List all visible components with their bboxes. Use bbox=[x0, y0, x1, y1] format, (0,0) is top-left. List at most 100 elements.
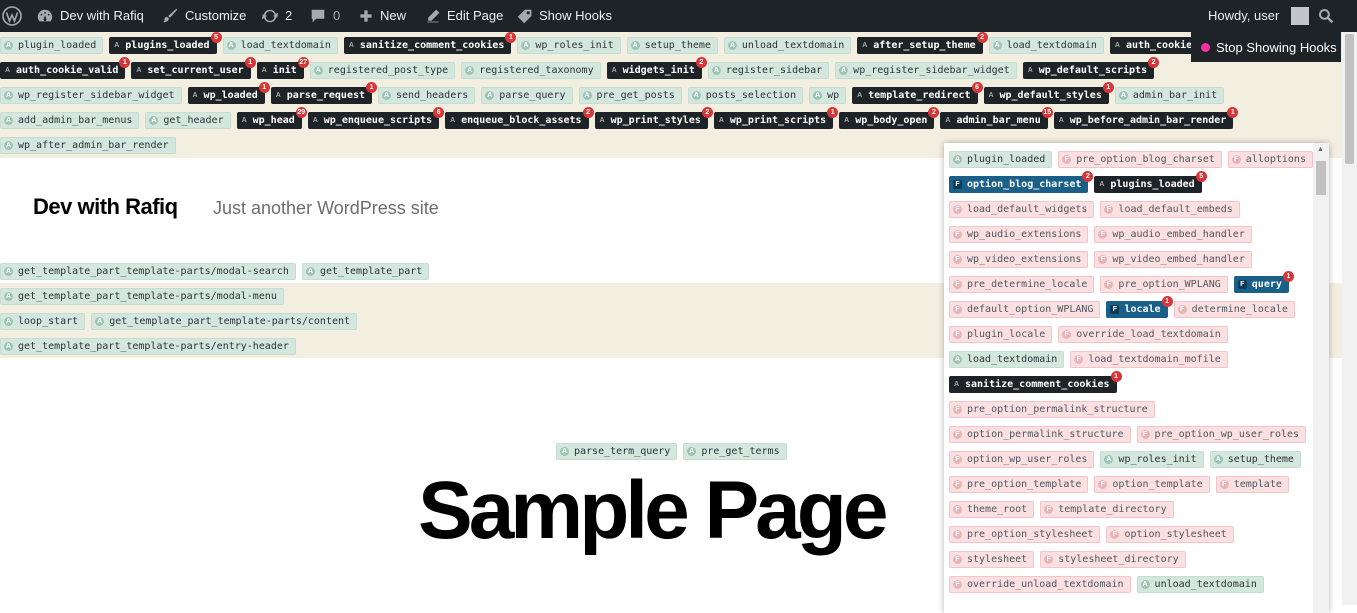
hook-chip[interactable]: Aadd_admin_bar_menus bbox=[0, 112, 140, 129]
hook-chip[interactable]: Apre_get_posts bbox=[578, 87, 682, 104]
hook-chip[interactable]: Aload_textdomain bbox=[949, 351, 1065, 368]
hook-chip[interactable]: Aafter_setup_theme 2 bbox=[857, 32, 988, 54]
hook-chip[interactable]: Ftemplate_directory bbox=[1040, 501, 1174, 518]
hook-chip[interactable]: Foption_template bbox=[1094, 476, 1210, 493]
hook-chip[interactable]: Atemplate_redirect 6 bbox=[852, 82, 983, 104]
hook-chip[interactable]: Fpre_option_permalink_structure bbox=[949, 401, 1155, 418]
hook-chip[interactable]: Aset_current_user 1 bbox=[131, 57, 256, 79]
hook-chip[interactable]: Fstylesheet_directory bbox=[1040, 551, 1186, 568]
site-name-menu[interactable]: Dev with Rafiq bbox=[36, 0, 144, 32]
hook-chip[interactable]: Fpre_option_blog_charset bbox=[1058, 151, 1222, 168]
hook-chip[interactable]: Foption_stylesheet bbox=[1106, 526, 1234, 543]
hook-chip[interactable]: Fload_default_widgets bbox=[949, 201, 1095, 218]
hook-chip[interactable]: Awp_default_scripts 2 bbox=[1022, 57, 1160, 79]
hook-chip[interactable]: Awp_roles_init bbox=[517, 37, 621, 54]
hook-chip[interactable]: Fwp_audio_extensions bbox=[949, 226, 1089, 243]
hook-chip[interactable]: Fload_default_embeds bbox=[1100, 201, 1240, 218]
hook-chip[interactable]: Awp_register_sidebar_widget bbox=[0, 87, 182, 104]
hook-chip[interactable]: Fwp_audio_embed_handler bbox=[1094, 226, 1252, 243]
hook-chip[interactable]: Foption_blog_charset 2 bbox=[949, 171, 1094, 193]
hook-chip[interactable]: Foption_wp_user_roles bbox=[949, 451, 1095, 468]
hook-chip[interactable]: Ftheme_root bbox=[949, 501, 1035, 518]
hook-chip[interactable]: Aregistered_post_type bbox=[309, 62, 456, 79]
hook-chip[interactable]: Aget_template_part bbox=[301, 263, 430, 280]
hook-chip[interactable]: Asanitize_comment_cookies 1 bbox=[949, 371, 1122, 393]
hook-chip[interactable]: Aregistered_taxonomy bbox=[461, 62, 601, 79]
hook-chip[interactable]: Fquery 1 bbox=[1233, 271, 1294, 293]
hook-chip[interactable]: Awp_after_admin_bar_render bbox=[0, 137, 176, 154]
hook-chip[interactable]: Aplugin_loaded bbox=[0, 37, 104, 54]
hook-chip[interactable]: Awp_print_scripts 1 bbox=[713, 107, 839, 129]
hook-chip[interactable]: Aunload_textdomain bbox=[1136, 576, 1264, 593]
hook-chip[interactable]: Aloop_start bbox=[0, 313, 86, 330]
site-title[interactable]: Dev with Rafiq bbox=[33, 194, 178, 220]
hook-chip[interactable]: Fpre_option_wp_user_roles bbox=[1136, 426, 1307, 443]
hook-chip[interactable]: Aparse_term_query bbox=[556, 443, 678, 460]
hook-chip[interactable]: Awp bbox=[809, 87, 847, 104]
hook-chip[interactable]: Awp_enqueue_scripts 6 bbox=[307, 107, 445, 129]
hook-chip[interactable]: Aadmin_bar_menu 15 bbox=[940, 107, 1053, 129]
hook-chip[interactable]: Fwp_video_extensions bbox=[949, 251, 1089, 268]
hook-chip[interactable]: Awp_head 29 bbox=[236, 107, 307, 129]
hook-chip[interactable]: Fplugin_locale bbox=[949, 326, 1053, 343]
hook-chip[interactable]: Apre_get_terms bbox=[683, 443, 787, 460]
hook-chip[interactable]: Flocale 1 bbox=[1106, 296, 1173, 318]
hook-chip[interactable]: Aget_template_part_template-parts/modal-… bbox=[0, 288, 284, 305]
hook-chip[interactable]: Aget_header bbox=[145, 112, 231, 129]
hook-chip[interactable]: Aload_textdomain bbox=[222, 37, 338, 54]
hook-chip[interactable]: Aparse_request 1 bbox=[270, 82, 378, 104]
hook-chip[interactable]: Aenqueue_block_assets 2 bbox=[445, 107, 594, 129]
scroll-up-arrow-icon[interactable]: ▲ bbox=[1317, 146, 1324, 153]
hook-chip[interactable]: Aregister_sidebar bbox=[707, 62, 830, 79]
comments-menu[interactable]: 0 bbox=[309, 0, 340, 32]
hook-chip[interactable]: Asetup_theme bbox=[626, 37, 718, 54]
hook-chip[interactable]: Awp_body_open 2 bbox=[839, 107, 940, 129]
hook-chip[interactable]: Fstylesheet bbox=[949, 551, 1035, 568]
hook-chip[interactable]: Fwp_video_embed_handler bbox=[1094, 251, 1252, 268]
hook-chip[interactable]: Awidgets_init 2 bbox=[606, 57, 707, 79]
hook-chip[interactable]: Fpre_option_WPLANG bbox=[1100, 276, 1228, 293]
hook-chip[interactable]: Asetup_theme bbox=[1209, 451, 1301, 468]
hook-chip[interactable]: Foverride_unload_textdomain bbox=[949, 576, 1131, 593]
hook-chip[interactable]: Aparse_query bbox=[481, 87, 573, 104]
hook-chip[interactable]: Asanitize_comment_cookies 1 bbox=[343, 32, 517, 54]
hook-chip[interactable]: Fpre_option_stylesheet bbox=[949, 526, 1101, 543]
hook-chip[interactable]: Aunload_textdomain bbox=[723, 37, 852, 54]
hook-chip[interactable]: Awp_register_sidebar_widget bbox=[835, 62, 1017, 79]
customize-menu[interactable]: Customize bbox=[161, 0, 246, 32]
show-hooks-menu[interactable]: Show Hooks bbox=[517, 0, 612, 32]
edit-page-menu[interactable]: Edit Page bbox=[425, 0, 503, 32]
hook-chip[interactable]: Aplugin_loaded bbox=[949, 151, 1053, 168]
hook-chip[interactable]: Falloptions bbox=[1227, 151, 1313, 168]
hook-chip[interactable]: Aplugins_loaded 5 bbox=[1094, 171, 1207, 193]
hook-chip[interactable]: Aload_textdomain bbox=[988, 37, 1104, 54]
hook-chip[interactable]: Ftemplate bbox=[1215, 476, 1289, 493]
hook-chip[interactable]: Aget_template_part_template-parts/modal-… bbox=[0, 263, 296, 280]
hook-chip[interactable]: Aposts_selection bbox=[687, 87, 804, 104]
hook-chip[interactable]: Awp_before_admin_bar_render 1 bbox=[1053, 107, 1239, 129]
hook-chip[interactable]: Foption_permalink_structure bbox=[949, 426, 1131, 443]
my-account-menu[interactable]: Howdy, user bbox=[1208, 0, 1310, 32]
hook-chip[interactable]: Ainit 27 bbox=[256, 57, 309, 79]
updates-menu[interactable]: 2 bbox=[261, 0, 292, 32]
hook-chip[interactable]: Fload_textdomain_mofile bbox=[1070, 351, 1228, 368]
hook-chip[interactable]: Aauth_cookie_valid 1 bbox=[0, 57, 131, 79]
hook-chip[interactable]: Awp_roles_init bbox=[1100, 451, 1204, 468]
hook-chip[interactable]: Awp_loaded 1 bbox=[187, 82, 270, 104]
search-icon[interactable] bbox=[1318, 0, 1334, 32]
hook-chip[interactable]: Aadmin_bar_init bbox=[1114, 87, 1225, 104]
hook-chip[interactable]: Foverride_load_textdomain bbox=[1058, 326, 1228, 343]
scrollbar-thumb[interactable] bbox=[1345, 34, 1354, 164]
hook-chip[interactable]: Aplugins_loaded 5 bbox=[109, 32, 222, 54]
hook-chip[interactable]: Fdefault_option_WPLANG bbox=[949, 301, 1101, 318]
hook-chip[interactable]: Fpre_option_template bbox=[949, 476, 1089, 493]
hook-chip[interactable]: Awp_print_styles 2 bbox=[594, 107, 713, 129]
hook-chip[interactable]: Asend_headers bbox=[378, 87, 476, 104]
hook-chip[interactable]: Awp_default_styles 1 bbox=[983, 82, 1114, 104]
popup-scrollbar-thumb[interactable] bbox=[1316, 161, 1326, 195]
hook-chip[interactable]: Fpre_determine_locale bbox=[949, 276, 1095, 293]
popup-scrollbar[interactable]: ▲ bbox=[1313, 143, 1329, 613]
stop-showing-hooks-button[interactable]: Stop Showing Hooks bbox=[1191, 32, 1341, 62]
wordpress-logo-icon[interactable] bbox=[2, 0, 22, 32]
hook-chip[interactable]: Aget_template_part_template-parts/entry-… bbox=[0, 338, 296, 355]
